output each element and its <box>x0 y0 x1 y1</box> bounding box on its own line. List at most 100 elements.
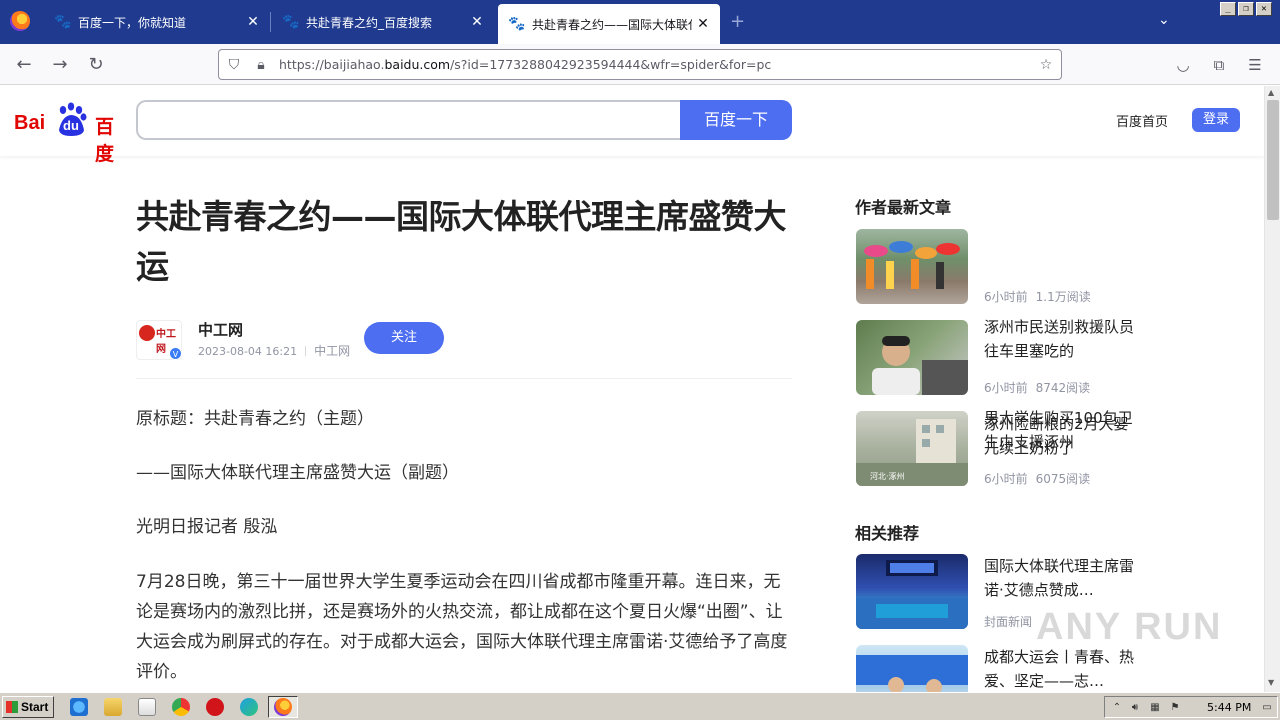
lock-icon[interactable]: 🔒︎ <box>252 56 270 74</box>
news-time: 6小时前 <box>984 472 1028 486</box>
news-reads: 6075阅读 <box>1035 472 1091 486</box>
author-name[interactable]: 中工网 <box>198 319 243 340</box>
baidu-paw-icon: 🐾 <box>282 14 300 30</box>
folder-icon[interactable] <box>104 698 122 716</box>
back-arrow-icon[interactable]: ← <box>12 53 36 77</box>
pocket-icon[interactable]: ◡ <box>1172 54 1194 76</box>
tab-search-results[interactable]: 🐾 共赴青春之约_百度搜索 ✕ <box>272 4 494 40</box>
chevron-up-icon[interactable]: ⌃ <box>1111 702 1123 714</box>
edge-icon[interactable] <box>240 698 258 716</box>
news-card-meta: 6小时前 6075阅读 <box>984 470 1090 487</box>
menu-icon[interactable]: ☰ <box>1244 54 1266 76</box>
latest-articles-heading: 作者最新文章 <box>855 198 952 217</box>
navigation-toolbar: ← → ↻ ⛉ 🔒︎ https://baijiahao.baidu.com/s… <box>0 44 1280 85</box>
shield-icon[interactable]: ⛉ <box>225 56 243 74</box>
tab-label: 百度一下，你就知道 <box>78 15 187 30</box>
show-desktop-icon[interactable]: ▭ <box>1261 702 1273 714</box>
news-time: 6小时前 <box>984 381 1028 395</box>
follow-button[interactable]: 关注 <box>364 322 444 354</box>
network-icon[interactable]: ▦ <box>1149 702 1161 714</box>
system-tray: ⌃ 🔊︎ ▦ ⚑ 5:44 PM ▭ <box>1104 696 1278 718</box>
article-meta: 2023-08-04 16:21 中工网 <box>198 342 350 359</box>
image-caption: 河北·涿州 <box>870 472 905 481</box>
news-card-meta: 6小时前 8742阅读 <box>984 379 1090 396</box>
watermark-text: ANY RUN <box>1036 606 1223 648</box>
meta-divider <box>305 346 307 356</box>
volume-icon[interactable]: 🔊︎ <box>1129 702 1141 714</box>
related-heading: 相关推荐 <box>855 524 920 543</box>
start-label: Start <box>21 700 49 714</box>
news-thumbnail[interactable] <box>856 554 968 629</box>
start-button[interactable]: Start <box>2 696 54 718</box>
tab-article[interactable]: 🐾 共赴青春之约——国际大体联代理主席盛赞大运 ✕ <box>498 4 720 44</box>
news-thumbnail[interactable]: 河北·涿州 <box>856 411 968 486</box>
windows-logo-icon <box>6 701 18 713</box>
firefox-icon[interactable] <box>10 11 30 31</box>
page-content: Bai du 百度 百度一下 百度首页 登录 共赴青春之约——国际大体联代理主席… <box>0 86 1264 692</box>
site-header: Bai du 百度 百度一下 百度首页 登录 <box>0 86 1264 165</box>
baidu-paw-icon: 🐾 <box>508 16 526 32</box>
tab-label: 共赴青春之约_百度搜索 <box>306 15 433 30</box>
baidu-home-link[interactable]: 百度首页 <box>1116 111 1168 130</box>
publish-datetime: 2023-08-04 16:21 <box>198 345 298 358</box>
internet-explorer-icon[interactable] <box>70 698 88 716</box>
extensions-icon[interactable]: ⧉ <box>1208 54 1230 76</box>
news-card-title[interactable]: 涿州市民送别救援队员往车里塞吃的 <box>984 315 1134 363</box>
article-paragraph: 光明日报记者 殷泓 <box>136 517 278 537</box>
news-card-meta: 6小时前 1.1万阅读 <box>984 288 1091 305</box>
close-icon[interactable]: ✕ <box>242 14 264 30</box>
login-button[interactable]: 登录 <box>1192 108 1240 132</box>
reload-icon[interactable]: ↻ <box>84 53 108 77</box>
logo-text-bai: Bai <box>14 112 46 134</box>
news-thumbnail[interactable] <box>856 320 968 395</box>
article-paragraph: ——国际大体联代理主席盛赞大运（副题） <box>136 463 459 483</box>
url-text[interactable]: https://baijiahao.baidu.com/s?id=1773288… <box>279 57 771 72</box>
news-thumbnail[interactable] <box>856 645 968 692</box>
address-bar[interactable]: ⛉ 🔒︎ https://baijiahao.baidu.com/s?id=17… <box>218 49 1062 80</box>
related-card-source: 封面新闻 <box>984 615 1033 629</box>
student-portrait-image <box>872 336 968 395</box>
taskbar: Start ⌃ 🔊︎ ▦ ⚑ 5:44 PM ▭ <box>0 692 1280 720</box>
firefox-icon <box>274 698 292 716</box>
article-paragraph: 7月28日晚，第三十一届世界大学生夏季运动会在四川省成都市隆重开幕。连日来，无论… <box>136 572 788 682</box>
search-button[interactable]: 百度一下 <box>680 100 792 140</box>
baidu-paw-icon: 🐾 <box>54 14 72 30</box>
arena-image <box>856 560 968 629</box>
forward-arrow-icon[interactable]: → <box>48 53 72 77</box>
new-tab-icon[interactable]: + <box>730 11 745 32</box>
search-input[interactable] <box>136 100 682 140</box>
window-controls: _ ❐ ✕ <box>1220 2 1272 16</box>
news-time: 6小时前 <box>984 290 1028 304</box>
firefox-taskbar-button[interactable] <box>268 696 298 718</box>
news-thumbnail[interactable] <box>856 229 968 304</box>
close-window-button[interactable]: ✕ <box>1256 2 1272 16</box>
chrome-icon[interactable] <box>172 698 190 716</box>
close-icon[interactable]: ✕ <box>692 16 714 32</box>
close-icon[interactable]: ✕ <box>466 14 488 30</box>
divider <box>136 378 792 379</box>
vertical-scrollbar[interactable]: ▲ ▼ <box>1264 86 1280 692</box>
scrollbar-thumb[interactable] <box>1267 100 1279 220</box>
verified-badge-icon: V <box>169 347 182 360</box>
article-source: 中工网 <box>314 344 351 358</box>
crowd-umbrellas-image <box>864 241 960 289</box>
related-card-title[interactable]: 国际大体联代理主席雷诺·艾德点赞成… <box>984 554 1134 602</box>
tab-strip: 🐾 百度一下，你就知道 ✕ 🐾 共赴青春之约_百度搜索 ✕ 🐾 共赴青春之约——… <box>0 0 1280 44</box>
flag-icon[interactable]: ⚑ <box>1169 702 1181 714</box>
opera-icon[interactable] <box>206 698 224 716</box>
article-title: 共赴青春之约——国际大体联代理主席盛赞大运 <box>136 197 787 286</box>
media-player-icon[interactable] <box>138 698 156 716</box>
news-card-title[interactable]: 涿州险断粮的2月大婴儿续上奶粉了 <box>984 412 1134 460</box>
restore-button[interactable]: ❐ <box>1238 2 1254 16</box>
baidu-logo[interactable]: Bai du 百度 <box>14 102 124 165</box>
tab-baidu-home[interactable]: 🐾 百度一下，你就知道 ✕ <box>44 4 270 40</box>
news-reads: 1.1万阅读 <box>1035 290 1091 304</box>
scroll-down-icon[interactable]: ▼ <box>1268 678 1274 687</box>
related-card-title[interactable]: 成都大运会丨青春、热爱、坚定——志… <box>984 645 1134 692</box>
author-avatar[interactable]: 中工网 V <box>136 320 182 360</box>
clock[interactable]: 5:44 PM <box>1207 701 1251 714</box>
chevron-down-icon[interactable]: ⌄ <box>1158 12 1170 28</box>
bookmark-star-icon[interactable]: ☆ <box>1037 56 1055 74</box>
scroll-up-icon[interactable]: ▲ <box>1268 88 1274 97</box>
minimize-button[interactable]: _ <box>1220 2 1236 16</box>
